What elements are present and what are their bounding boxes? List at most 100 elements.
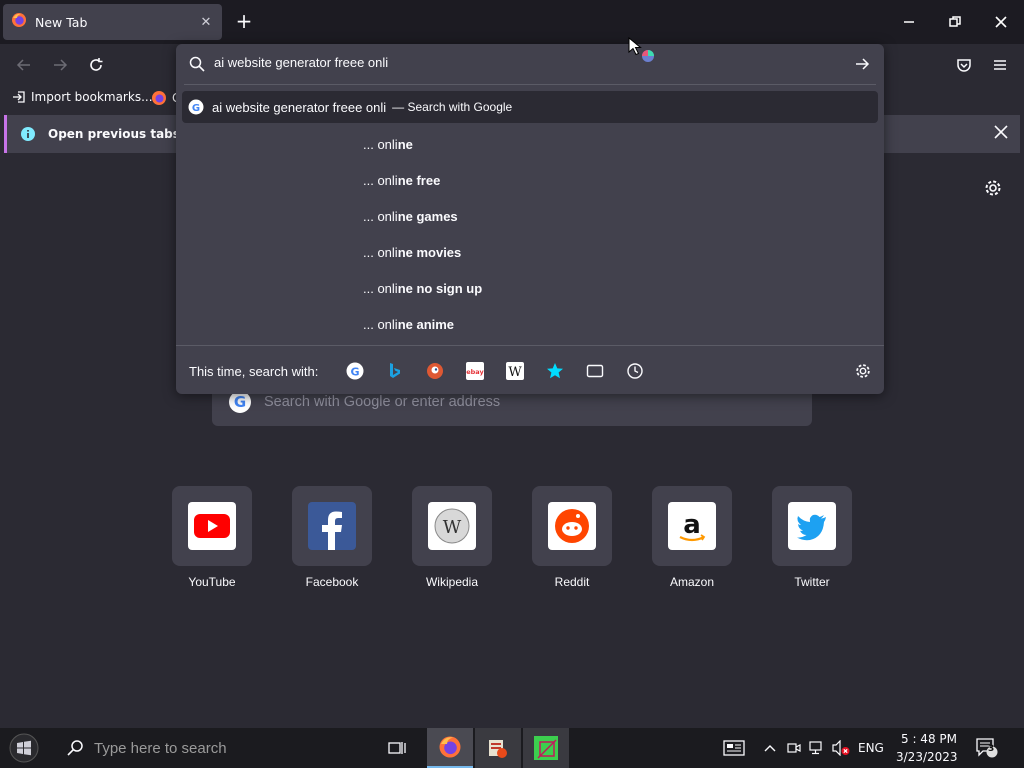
newtab-search-placeholder: Search with Google or enter address <box>264 394 501 410</box>
app-icon <box>534 736 558 760</box>
result-query: ai website generator freee onli <box>212 99 387 115</box>
oneoff-ebay[interactable]: ebay <box>464 360 486 382</box>
tray-network-button[interactable] <box>807 728 827 768</box>
minimize-button[interactable] <box>886 0 932 44</box>
shortcut-label: Amazon <box>669 575 715 589</box>
import-bookmarks-item[interactable]: Import bookmarks... <box>12 90 153 104</box>
oneoff-duckduckgo[interactable] <box>424 360 446 382</box>
gear-icon <box>856 364 870 378</box>
suggestion-item[interactable]: ... online no sign up <box>363 281 482 296</box>
svg-text:a: a <box>683 510 701 540</box>
minimize-icon <box>904 21 914 23</box>
facebook-icon <box>308 502 356 550</box>
shortcut-wikipedia[interactable]: W Wikipedia <box>412 486 492 589</box>
mouse-cursor <box>628 36 658 71</box>
taskbar-app-firefox[interactable] <box>427 728 473 768</box>
shortcut-youtube[interactable]: YouTube <box>172 486 252 589</box>
start-button[interactable] <box>0 728 48 768</box>
tab-new-tab[interactable]: New Tab ✕ <box>3 4 222 40</box>
one-off-label: This time, search with: <box>189 364 319 379</box>
tab-title: New Tab <box>35 14 88 30</box>
notification-close-button[interactable] <box>994 124 1008 143</box>
suggestion-item[interactable]: ... online movies <box>363 245 461 260</box>
language-indicator[interactable]: ENG <box>858 741 884 755</box>
forward-arrow-icon <box>54 59 68 71</box>
shortcut-tile: W <box>412 486 492 566</box>
tabs-icon <box>586 364 604 378</box>
reload-button[interactable] <box>83 52 109 78</box>
menu-button[interactable] <box>987 52 1013 78</box>
shortcut-tile <box>532 486 612 566</box>
news-widget-button[interactable] <box>718 728 750 768</box>
pocket-icon <box>957 59 971 72</box>
windows-taskbar: Type here to search ENG 5 : 48 PM 3/23/2… <box>0 728 1024 768</box>
firefox-icon <box>439 736 461 758</box>
clock-date[interactable]: 3/23/2023 <box>896 750 958 764</box>
shortcut-facebook[interactable]: Facebook <box>292 486 372 589</box>
notification-icon <box>976 738 998 758</box>
oneoff-bing[interactable] <box>384 360 406 382</box>
shortcut-reddit[interactable]: Reddit <box>532 486 612 589</box>
oneoff-tabs[interactable] <box>584 360 606 382</box>
import-icon <box>13 91 25 103</box>
shortcut-amazon[interactable]: a Amazon <box>652 486 732 589</box>
shortcut-twitter[interactable]: Twitter <box>772 486 852 589</box>
go-arrow-icon[interactable] <box>854 56 870 72</box>
firefox-icon <box>152 91 166 105</box>
taskbar-app-3[interactable] <box>523 728 569 768</box>
suggestion-item[interactable]: ... online free <box>363 173 440 188</box>
tray-meet-button[interactable] <box>784 728 804 768</box>
notifications-button[interactable]: 3 <box>970 728 1004 768</box>
windows-logo-icon <box>9 733 39 763</box>
show-hidden-icons-button[interactable] <box>760 728 780 768</box>
oneoff-wikipedia[interactable]: W <box>504 360 526 382</box>
pocket-button[interactable] <box>951 52 977 78</box>
top-sites: YouTube Facebook W Wikipedia Reddit a Am… <box>172 486 862 596</box>
tray-volume-button[interactable] <box>830 728 852 768</box>
oneoff-settings-button[interactable] <box>852 360 874 382</box>
twitter-icon <box>788 502 836 550</box>
clock-time[interactable]: 5 : 48 PM <box>900 732 958 746</box>
task-view-button[interactable] <box>374 728 420 768</box>
taskbar-search-box[interactable]: Type here to search <box>52 728 370 768</box>
suggestion-item[interactable]: ... online <box>363 137 413 152</box>
back-button[interactable] <box>11 52 37 78</box>
google-icon: G <box>346 362 364 380</box>
taskbar-app-2[interactable] <box>475 728 521 768</box>
firefox-icon <box>11 12 27 32</box>
urlbar-input-row[interactable]: ai website generator freee onli <box>176 44 884 84</box>
urlbar-input[interactable]: ai website generator freee onli <box>214 55 388 70</box>
import-bookmarks-label: Import bookmarks... <box>31 90 153 104</box>
personalize-settings-button[interactable] <box>983 178 1003 202</box>
oneoff-google[interactable]: G <box>344 360 366 382</box>
oneoff-history[interactable] <box>624 360 646 382</box>
search-with-google-result[interactable]: G ai website generator freee onli — Sear… <box>182 91 878 123</box>
google-icon: G <box>188 99 204 115</box>
shortcut-label: Twitter <box>794 575 830 589</box>
suggestion-item[interactable]: ... online anime <box>363 317 454 332</box>
amazon-icon: a <box>668 502 716 550</box>
youtube-icon <box>188 502 236 550</box>
tab-close-icon[interactable]: ✕ <box>198 15 214 30</box>
volume-muted-icon <box>832 740 850 756</box>
back-arrow-icon <box>16 59 30 71</box>
bing-icon <box>390 363 400 378</box>
chevron-up-icon <box>764 745 776 752</box>
restore-button[interactable] <box>932 0 978 44</box>
divider <box>184 84 876 85</box>
svg-text:W: W <box>443 517 462 538</box>
forward-button[interactable] <box>47 52 73 78</box>
tab-strip: New Tab ✕ + <box>0 0 1024 44</box>
app-icon <box>489 740 507 758</box>
suggestion-item[interactable]: ... online games <box>363 209 458 224</box>
shortcut-label: Wikipedia <box>425 575 479 589</box>
shortcut-tile <box>292 486 372 566</box>
search-icon <box>67 740 83 756</box>
close-icon <box>994 125 1008 139</box>
new-tab-button[interactable]: + <box>232 10 256 34</box>
shortcut-label: Reddit <box>554 575 590 589</box>
svg-text:W: W <box>508 365 522 380</box>
svg-text:ebay: ebay <box>466 368 484 376</box>
close-window-button[interactable] <box>978 0 1024 44</box>
oneoff-bookmarks[interactable] <box>544 360 566 382</box>
